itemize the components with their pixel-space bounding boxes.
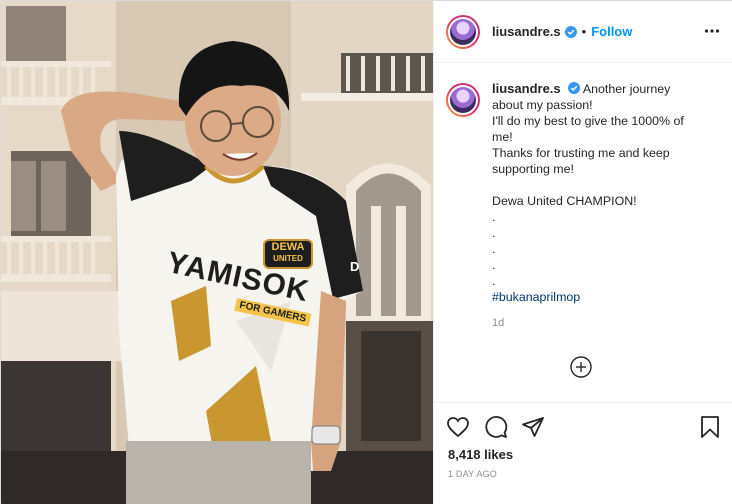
jersey-sleeve-mark: D [350, 259, 360, 274]
post-header: liusandre.s • Follow [434, 1, 732, 63]
caption-line: Dewa United CHAMPION! [492, 194, 637, 208]
more-options-icon[interactable] [704, 23, 720, 39]
post-photo-illustration [1, 1, 433, 504]
caption-line: I'll do my best to give the 1000% of me! [492, 114, 684, 144]
post-side-panel: liusandre.s • Follow liusandre.s Another… [433, 1, 732, 504]
plus-circle-icon[interactable] [570, 356, 592, 378]
heart-icon[interactable] [446, 415, 470, 439]
caption-username[interactable]: liusandre.s [492, 81, 561, 96]
post-photo[interactable]: DEWA UNITED YAMISOK FOR GAMERS D [1, 1, 433, 504]
likes-count[interactable]: 8,418 likes [448, 447, 513, 462]
header-separator: • [581, 24, 587, 39]
verified-badge-icon [568, 82, 581, 94]
post-timestamp[interactable]: 1 DAY AGO [448, 469, 497, 479]
comment-icon[interactable] [484, 415, 508, 439]
paper-plane-icon[interactable] [521, 415, 545, 439]
author-username[interactable]: liusandre.s [492, 24, 561, 39]
author-avatar[interactable] [446, 14, 480, 49]
jersey-badge: DEWA UNITED [263, 239, 313, 269]
bookmark-icon[interactable] [698, 415, 722, 439]
verified-badge-icon [564, 25, 577, 38]
caption-line: . [492, 274, 496, 288]
jersey-badge-top: DEWA [271, 241, 305, 253]
caption-author-avatar[interactable] [446, 83, 480, 117]
instagram-post: DEWA UNITED YAMISOK FOR GAMERS D liusand… [0, 0, 732, 504]
jersey-badge-bottom: UNITED [273, 254, 303, 263]
caption-line: . [492, 226, 496, 240]
post-actions: 8,418 likes 1 DAY AGO [434, 402, 732, 504]
caption-line: . [492, 258, 496, 272]
caption-hashtag[interactable]: #bukanaprilmop [492, 289, 692, 305]
caption-line: . [492, 210, 496, 224]
caption-comment: liusandre.s Another journey about my pas… [446, 81, 726, 331]
caption-line: . [492, 242, 496, 256]
caption-timestamp[interactable]: 1d [492, 315, 692, 331]
caption-text: liusandre.s Another journey about my pas… [492, 81, 692, 331]
caption-line: Thanks for trusting me and keep supporti… [492, 146, 670, 176]
follow-button[interactable]: Follow [591, 24, 632, 39]
